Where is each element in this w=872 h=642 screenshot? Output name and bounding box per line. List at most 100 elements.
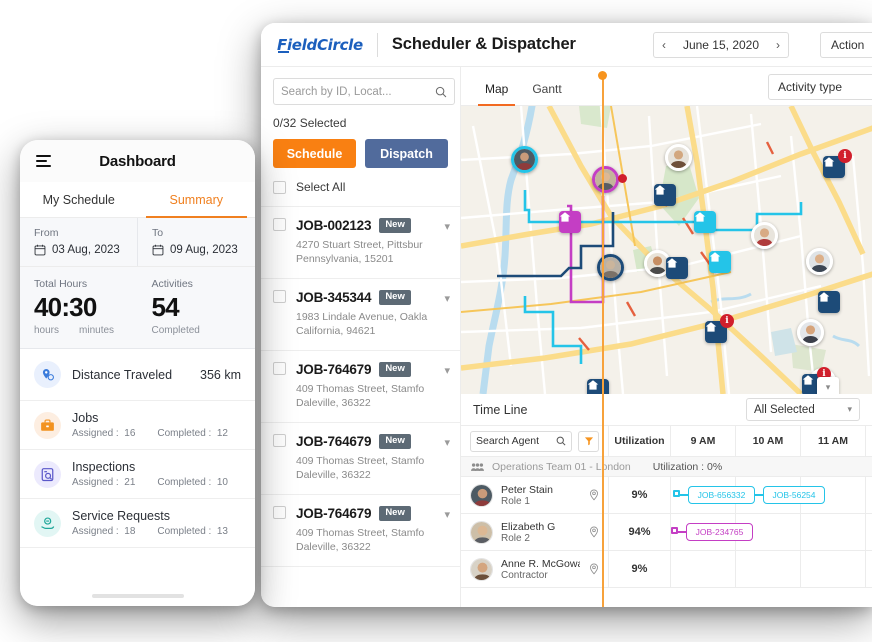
map-pin-location[interactable] (559, 211, 581, 233)
job-checkbox[interactable] (273, 218, 286, 231)
agent-filter-button[interactable] (578, 430, 599, 452)
job-checkbox[interactable] (273, 289, 286, 303)
map-pin-location[interactable] (587, 379, 609, 394)
timeline-agent-row[interactable]: Peter Stain Role 1 9% JOB-656332 JOB-562… (461, 477, 872, 514)
distance-traveled-row[interactable]: Distance Traveled 356 km (20, 349, 255, 401)
map-zoom-control[interactable]: ▾ (817, 377, 839, 394)
hamburger-icon[interactable] (36, 155, 51, 167)
job-search-input[interactable] (281, 85, 435, 98)
chevron-down-icon[interactable]: ▾ (444, 220, 450, 233)
chip-handle[interactable] (671, 527, 678, 534)
time-slot[interactable] (801, 514, 866, 550)
job-list-item[interactable]: JOB-764679 New 409 Thomas Street, Stamfo… (261, 351, 460, 423)
map-pin-location[interactable] (818, 291, 840, 313)
agent-search-input[interactable]: Search Agent (470, 430, 572, 452)
status-badge: New (379, 218, 411, 233)
map-pin-location-alert[interactable]: i (705, 314, 734, 343)
job-checkbox[interactable] (273, 361, 286, 375)
alert-info-icon[interactable]: i (838, 149, 852, 163)
job-search-box[interactable] (273, 78, 455, 105)
date-from-value-row: 03 Aug, 2023 (34, 244, 137, 256)
job-list-item[interactable]: JOB-764679 New 409 Thomas Street, Stamfo… (261, 495, 460, 567)
chevron-down-icon[interactable]: ▾ (444, 364, 450, 377)
chevron-down-icon[interactable]: ▾ (847, 404, 852, 415)
job-checkbox[interactable] (273, 433, 286, 447)
action-button[interactable]: Action (820, 32, 872, 58)
chevron-down-icon[interactable]: ▾ (826, 382, 831, 393)
date-from-value: 03 Aug, 2023 (52, 244, 120, 256)
agent-name: Elizabeth G (501, 520, 556, 533)
tab-gantt[interactable]: Gantt (532, 82, 561, 105)
face-icon (668, 147, 689, 168)
chevron-down-icon[interactable]: ▾ (444, 436, 450, 449)
map-pin-agent[interactable] (511, 146, 538, 173)
next-date-icon[interactable]: › (776, 38, 780, 52)
prev-date-icon[interactable]: ‹ (662, 38, 666, 52)
map-pin-location-alert[interactable]: i (823, 149, 852, 178)
map-pin-location[interactable] (666, 257, 688, 279)
map-pin-agent[interactable] (806, 248, 833, 275)
dispatch-button[interactable]: Dispatch (365, 139, 448, 168)
assigned-value: 16 (124, 428, 136, 439)
job-chip[interactable]: JOB-656332 (688, 486, 755, 504)
alert-info-icon[interactable]: i (720, 314, 734, 328)
tab-map[interactable]: Map (477, 82, 516, 106)
job-list[interactable]: JOB-002123 New 4270 Stuart Street, Pitts… (261, 207, 460, 607)
stat-activities: Activities 54 Completed (138, 278, 256, 336)
location-pin-icon[interactable] (588, 563, 600, 575)
time-slot[interactable] (671, 551, 736, 587)
agent-slots[interactable] (671, 551, 872, 587)
stat-label: Activities (151, 278, 193, 290)
date-to[interactable]: To 09 Aug, 2023 (137, 218, 255, 266)
date-range-row: From 03 Aug, 2023 To 09 Aug, 2023 (20, 218, 255, 267)
fieldcircle-logo[interactable]: FieldCircle (277, 36, 363, 54)
map-pin-location[interactable] (694, 211, 716, 233)
activity-type-select[interactable]: Activity type (768, 74, 872, 100)
timeline-filter-select[interactable]: All Selected ▾ (746, 398, 860, 421)
map-pin-agent[interactable] (592, 166, 619, 193)
category-jobs[interactable]: Jobs Assigned : 16 Completed : 12 (20, 401, 255, 450)
job-list-item[interactable]: JOB-345344 New 1983 Lindale Avenue, Oakl… (261, 279, 460, 351)
map-pin-agent[interactable] (797, 319, 824, 346)
job-content: JOB-764679 New 409 Thomas Street, Stamfo… (296, 362, 434, 411)
location-pin-icon[interactable] (588, 526, 600, 538)
chevron-down-icon[interactable]: ▾ (444, 292, 450, 305)
category-service-requests[interactable]: Service Requests Assigned : 18 Completed… (20, 499, 255, 548)
agent-slots[interactable]: JOB-656332 JOB-56254 (671, 477, 872, 513)
date-from[interactable]: From 03 Aug, 2023 (20, 218, 137, 266)
job-list-item[interactable]: JOB-002123 New 4270 Stuart Street, Pitts… (261, 207, 460, 279)
agent-slots[interactable]: JOB-234765 (671, 514, 872, 550)
job-list-panel: 0/32 Selected Schedule Dispatch Select A… (261, 67, 476, 607)
timeline-agent-row[interactable]: Elizabeth G Role 2 94% JOB-234765 (461, 514, 872, 551)
time-slot[interactable] (736, 551, 801, 587)
job-chip[interactable]: JOB-56254 (763, 486, 825, 504)
tab-summary[interactable]: Summary (138, 182, 256, 218)
category-inspections[interactable]: Inspections Assigned : 21 Completed : 10 (20, 450, 255, 499)
map-pin-location[interactable] (709, 251, 731, 273)
map-pin-agent[interactable] (665, 144, 692, 171)
job-list-item[interactable]: JOB-764679 New 409 Thomas Street, Stamfo… (261, 423, 460, 495)
schedule-button[interactable]: Schedule (273, 139, 356, 168)
time-slot[interactable] (801, 551, 866, 587)
job-chip[interactable]: JOB-234765 (686, 523, 753, 541)
home-icon (818, 292, 830, 302)
select-all-checkbox[interactable] (273, 180, 286, 194)
timeline-agent-row[interactable]: Anne R. McGowa Contractor 9% (461, 551, 872, 588)
chevron-down-icon[interactable]: ▾ (444, 508, 450, 521)
agent-cell: Peter Stain Role 1 (461, 477, 609, 513)
current-date-label: June 15, 2020 (682, 38, 760, 52)
date-navigator[interactable]: ‹ June 15, 2020 › (653, 32, 789, 58)
location-pin-icon[interactable] (588, 489, 600, 501)
map-pin-location[interactable] (654, 184, 676, 206)
chip-handle[interactable] (673, 490, 680, 497)
icon-circle (34, 509, 61, 537)
job-checkbox[interactable] (273, 505, 286, 519)
map-alert-dot[interactable] (618, 174, 627, 183)
tab-my-schedule[interactable]: My Schedule (20, 182, 138, 217)
clipboard-search-icon (41, 467, 54, 481)
home-icon (823, 157, 835, 167)
map-view[interactable]: i i i ▾ (461, 106, 872, 394)
timeline-group-row[interactable]: Operations Team 01 - London Utilization … (461, 457, 872, 477)
select-all-row[interactable]: Select All (261, 180, 460, 207)
map-pin-agent[interactable] (751, 222, 778, 249)
